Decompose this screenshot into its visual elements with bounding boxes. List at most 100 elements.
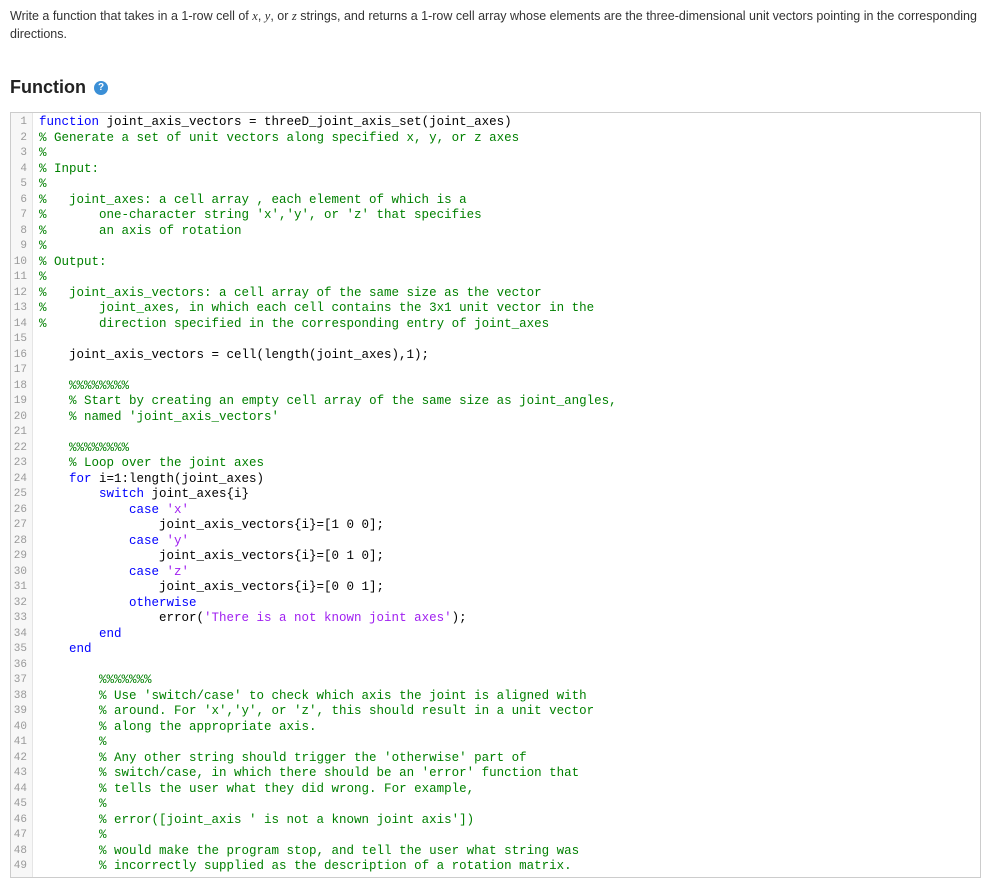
line-number: 9 [13, 239, 27, 255]
code-line[interactable]: function joint_axis_vectors = threeD_joi… [39, 115, 974, 131]
code-editor[interactable]: 1234567891011121314151617181920212223242… [10, 112, 981, 878]
code-line[interactable]: % around. For 'x','y', or 'z', this shou… [39, 704, 974, 720]
section-header: Function ? [10, 77, 981, 98]
code-line[interactable]: % Start by creating an empty cell array … [39, 394, 974, 410]
code-line[interactable]: joint_axis_vectors = cell(length(joint_a… [39, 348, 974, 364]
line-number: 39 [13, 704, 27, 720]
line-number: 44 [13, 782, 27, 798]
code-line[interactable]: end [39, 627, 974, 643]
code-line[interactable]: % [39, 735, 974, 751]
instruction-pre: Write a function that takes in a 1-row c… [10, 9, 252, 23]
line-number: 25 [13, 487, 27, 503]
code-line[interactable]: % [39, 270, 974, 286]
code-line[interactable] [39, 332, 974, 348]
line-number: 29 [13, 549, 27, 565]
line-number: 6 [13, 193, 27, 209]
code-line[interactable]: % joint_axes: a cell array , each elemen… [39, 193, 974, 209]
line-number: 1 [13, 115, 27, 131]
line-number: 21 [13, 425, 27, 441]
line-number: 48 [13, 844, 27, 860]
code-line[interactable]: %%%%%%% [39, 673, 974, 689]
code-line[interactable]: % [39, 828, 974, 844]
section-title: Function [10, 77, 86, 97]
code-line[interactable]: switch joint_axes{i} [39, 487, 974, 503]
code-line[interactable]: %%%%%%%% [39, 441, 974, 457]
line-number-gutter: 1234567891011121314151617181920212223242… [11, 113, 33, 877]
line-number: 27 [13, 518, 27, 534]
line-number: 24 [13, 472, 27, 488]
line-number: 49 [13, 859, 27, 875]
instruction-sep1: , [258, 9, 265, 23]
code-line[interactable]: case 'z' [39, 565, 974, 581]
code-line[interactable]: for i=1:length(joint_axes) [39, 472, 974, 488]
code-line[interactable]: case 'x' [39, 503, 974, 519]
code-line[interactable] [39, 658, 974, 674]
line-number: 10 [13, 255, 27, 271]
code-line[interactable]: otherwise [39, 596, 974, 612]
code-line[interactable]: % joint_axis_vectors: a cell array of th… [39, 286, 974, 302]
code-line[interactable]: % tells the user what they did wrong. Fo… [39, 782, 974, 798]
line-number: 12 [13, 286, 27, 302]
code-line[interactable]: % switch/case, in which there should be … [39, 766, 974, 782]
code-line[interactable]: % Loop over the joint axes [39, 456, 974, 472]
code-line[interactable] [39, 363, 974, 379]
code-line[interactable]: % named 'joint_axis_vectors' [39, 410, 974, 426]
line-number: 16 [13, 348, 27, 364]
line-number: 28 [13, 534, 27, 550]
line-number: 23 [13, 456, 27, 472]
line-number: 30 [13, 565, 27, 581]
code-line[interactable]: % would make the program stop, and tell … [39, 844, 974, 860]
line-number: 7 [13, 208, 27, 224]
code-line[interactable]: % [39, 797, 974, 813]
line-number: 45 [13, 797, 27, 813]
code-line[interactable] [39, 425, 974, 441]
line-number: 31 [13, 580, 27, 596]
line-number: 36 [13, 658, 27, 674]
code-line[interactable]: joint_axis_vectors{i}=[1 0 0]; [39, 518, 974, 534]
code-line[interactable]: % error([joint_axis ' is not a known joi… [39, 813, 974, 829]
line-number: 2 [13, 131, 27, 147]
line-number: 42 [13, 751, 27, 767]
line-number: 5 [13, 177, 27, 193]
line-number: 37 [13, 673, 27, 689]
code-line[interactable]: % an axis of rotation [39, 224, 974, 240]
code-line[interactable]: % Generate a set of unit vectors along s… [39, 131, 974, 147]
code-line[interactable]: % [39, 177, 974, 193]
line-number: 13 [13, 301, 27, 317]
line-number: 17 [13, 363, 27, 379]
code-line[interactable]: % Input: [39, 162, 974, 178]
code-line[interactable]: % along the appropriate axis. [39, 720, 974, 736]
code-line[interactable]: % joint_axes, in which each cell contain… [39, 301, 974, 317]
line-number: 18 [13, 379, 27, 395]
code-line[interactable]: case 'y' [39, 534, 974, 550]
line-number: 11 [13, 270, 27, 286]
line-number: 33 [13, 611, 27, 627]
code-line[interactable]: joint_axis_vectors{i}=[0 1 0]; [39, 549, 974, 565]
line-number: 22 [13, 441, 27, 457]
help-icon[interactable]: ? [94, 81, 108, 95]
line-number: 40 [13, 720, 27, 736]
line-number: 20 [13, 410, 27, 426]
code-line[interactable]: % [39, 239, 974, 255]
code-line[interactable]: joint_axis_vectors{i}=[0 0 1]; [39, 580, 974, 596]
line-number: 41 [13, 735, 27, 751]
code-line[interactable]: error('There is a not known joint axes')… [39, 611, 974, 627]
line-number: 38 [13, 689, 27, 705]
code-area[interactable]: function joint_axis_vectors = threeD_joi… [33, 113, 980, 877]
line-number: 43 [13, 766, 27, 782]
code-line[interactable]: % direction specified in the correspondi… [39, 317, 974, 333]
line-number: 3 [13, 146, 27, 162]
code-line[interactable]: % incorrectly supplied as the descriptio… [39, 859, 974, 875]
code-line[interactable]: % Output: [39, 255, 974, 271]
line-number: 47 [13, 828, 27, 844]
instruction-sep2: , or [270, 9, 292, 23]
line-number: 35 [13, 642, 27, 658]
code-line[interactable]: end [39, 642, 974, 658]
code-line[interactable]: % Use 'switch/case' to check which axis … [39, 689, 974, 705]
code-line[interactable]: % one-character string 'x','y', or 'z' t… [39, 208, 974, 224]
code-line[interactable]: % Any other string should trigger the 'o… [39, 751, 974, 767]
code-line[interactable]: %%%%%%%% [39, 379, 974, 395]
problem-instruction: Write a function that takes in a 1-row c… [10, 8, 981, 43]
line-number: 19 [13, 394, 27, 410]
code-line[interactable]: % [39, 146, 974, 162]
